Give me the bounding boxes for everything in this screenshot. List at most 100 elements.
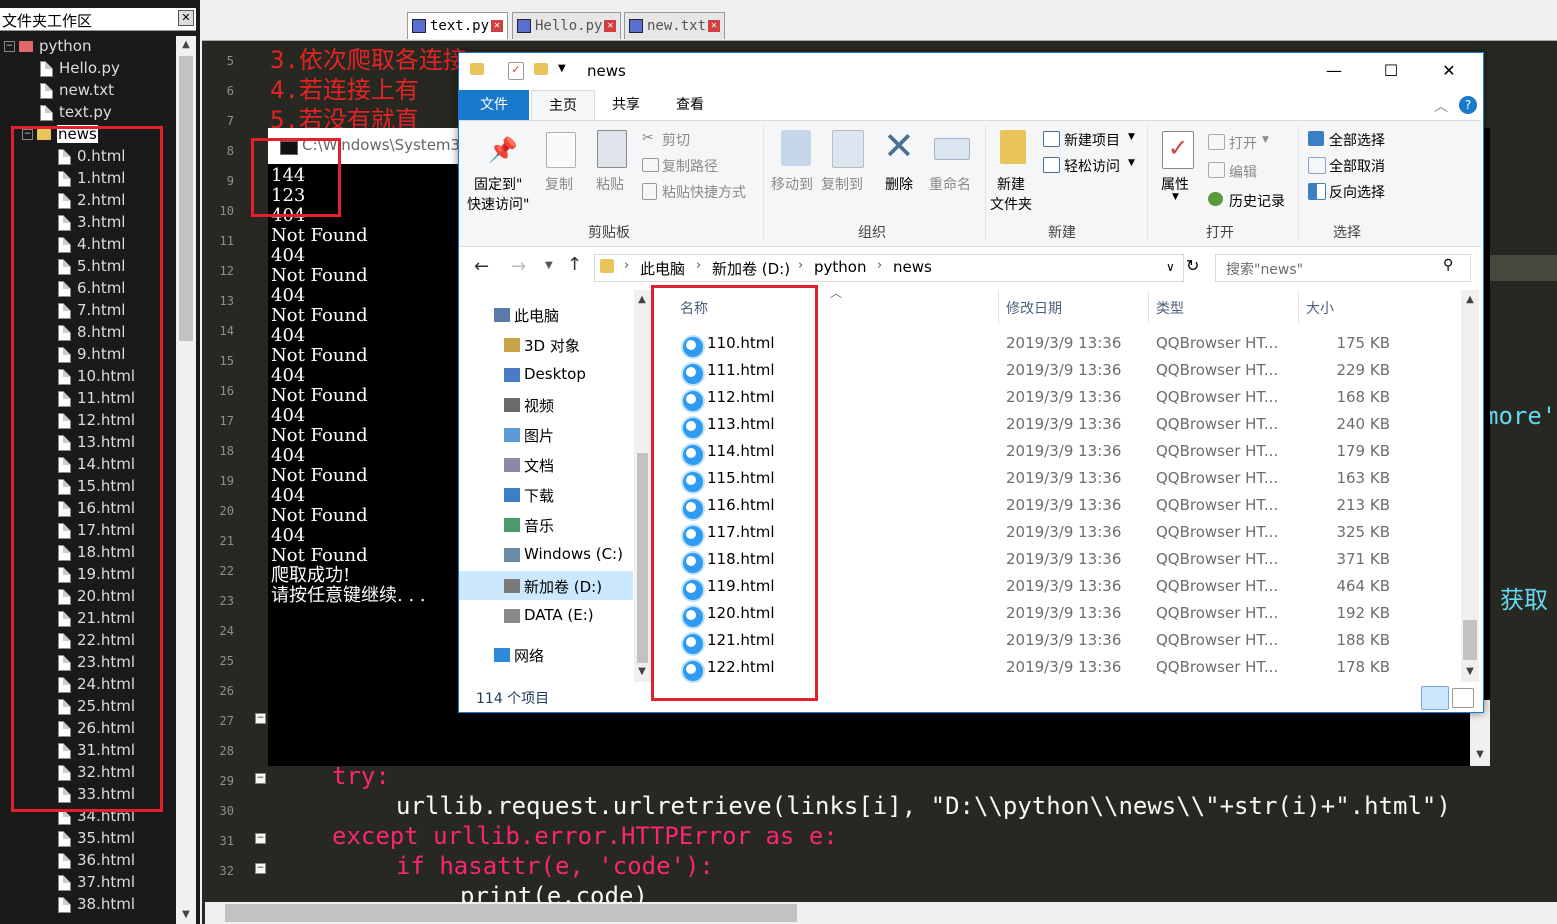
nav-item[interactable]: 此电脑	[514, 305, 559, 326]
nav-item[interactable]: 下载	[524, 485, 554, 506]
nav-item[interactable]: 音乐	[524, 515, 554, 536]
easy-access-dropdown-icon[interactable]: ▼	[1128, 158, 1135, 168]
breadcrumb-this-pc[interactable]: 此电脑	[640, 258, 685, 279]
close-button[interactable]: ✕	[1426, 56, 1472, 86]
collapse-ribbon-icon[interactable]: ︿	[1434, 96, 1448, 116]
move-to-button[interactable]: 移动到	[771, 174, 813, 194]
forward-arrow-icon[interactable]: →	[511, 256, 526, 277]
search-icon[interactable]: ⚲	[1443, 257, 1453, 273]
tree-node-file[interactable]: 36.html	[58, 849, 135, 871]
workspace-scroll-thumb[interactable]	[179, 56, 193, 341]
breadcrumb-python[interactable]: python	[814, 258, 866, 276]
copy-path-button[interactable]: 复制路径	[662, 156, 718, 176]
details-view-icon[interactable]	[1421, 686, 1449, 710]
pin-quick-access-line2[interactable]: 快速访问"	[467, 194, 529, 214]
fold-marker-icon[interactable]: −	[255, 773, 266, 784]
history-button[interactable]: 历史记录	[1229, 191, 1285, 211]
column-header-date[interactable]: 修改日期	[1006, 298, 1062, 318]
breadcrumb-chevron-icon[interactable]: ›	[696, 258, 701, 273]
properties-button[interactable]: 属性	[1161, 174, 1189, 194]
console-scroll-down-icon[interactable]: ▼	[1470, 746, 1490, 764]
breadcrumb-chevron-icon[interactable]: ›	[877, 258, 882, 273]
workspace-close-icon[interactable]: ✕	[178, 10, 194, 26]
tab-home[interactable]: 主页	[531, 90, 595, 122]
nav-item[interactable]: 新加卷 (D:)	[524, 576, 602, 597]
tab-close-icon[interactable]: ✕	[491, 20, 504, 32]
breadcrumb-chevron-icon[interactable]: ›	[624, 258, 629, 273]
column-header-size[interactable]: 大小	[1306, 298, 1334, 318]
tab-new-txt[interactable]: new.txt ✕	[624, 12, 726, 39]
recent-locations-dropdown-icon[interactable]: ▼	[545, 260, 553, 271]
tab-text-py[interactable]: text.py ✕	[407, 12, 509, 39]
nav-item[interactable]: 3D 对象	[524, 335, 580, 356]
breadcrumb-drive-d[interactable]: 新加卷 (D:)	[712, 258, 790, 279]
pin-quick-access-line1[interactable]: 固定到"	[474, 174, 522, 194]
nav-item[interactable]: DATA (E:)	[524, 606, 594, 624]
column-header-type[interactable]: 类型	[1156, 298, 1184, 318]
tab-hello-py[interactable]: Hello.py ✕	[512, 12, 622, 39]
help-icon[interactable]: ?	[1459, 96, 1477, 114]
breadcrumb-news[interactable]: news	[893, 258, 932, 276]
collapse-toggle-icon[interactable]: −	[4, 41, 15, 52]
properties-dropdown-icon[interactable]: ▼	[1172, 192, 1179, 202]
nav-item[interactable]: 文档	[524, 455, 554, 476]
select-none-button[interactable]: 全部取消	[1329, 156, 1385, 176]
list-scroll-up-icon[interactable]: ▲	[1461, 291, 1479, 309]
copy-to-button[interactable]: 复制到	[821, 174, 863, 194]
qat-dropdown-icon[interactable]: ▼	[558, 63, 566, 74]
new-folder-qat-icon[interactable]	[534, 63, 548, 75]
tab-file[interactable]: 文件	[459, 90, 529, 120]
tree-node-file[interactable]: text.py	[40, 101, 112, 123]
properties-qat-icon[interactable]: ✓	[508, 62, 524, 80]
new-item-dropdown-icon[interactable]: ▼	[1128, 132, 1135, 142]
tree-node-python[interactable]: − python	[4, 35, 91, 57]
open-button[interactable]: 打开	[1229, 133, 1257, 153]
refresh-icon[interactable]: ↻	[1186, 256, 1199, 275]
tree-node-file[interactable]: Hello.py	[40, 57, 120, 79]
tab-view[interactable]: 查看	[664, 90, 716, 121]
back-arrow-icon[interactable]: ←	[474, 256, 489, 277]
new-item-button[interactable]: 新建项目	[1064, 130, 1120, 150]
up-arrow-icon[interactable]: ↑	[567, 254, 582, 275]
tree-node-file[interactable]: 37.html	[58, 871, 135, 893]
copy-button[interactable]: 复制	[545, 174, 573, 194]
workspace-scroll-down-icon[interactable]: ▼	[176, 906, 196, 924]
tree-node-file[interactable]: new.txt	[40, 79, 114, 101]
tree-node-file[interactable]: 35.html	[58, 827, 135, 849]
tree-node-file[interactable]: 38.html	[58, 893, 135, 915]
search-input[interactable]: 搜索"news"	[1226, 259, 1303, 279]
nav-item[interactable]: Windows (C:)	[524, 545, 623, 563]
open-dropdown-icon[interactable]: ▼	[1262, 135, 1269, 145]
fold-marker-icon[interactable]: −	[255, 713, 266, 724]
cut-button[interactable]: 剪切	[662, 130, 690, 150]
workspace-scroll-up-icon[interactable]: ▲	[176, 36, 196, 54]
nav-scroll-up-icon[interactable]: ▲	[633, 291, 651, 309]
invert-selection-button[interactable]: 反向选择	[1329, 182, 1385, 202]
nav-scroll-down-icon[interactable]: ▼	[633, 663, 651, 681]
fold-marker-icon[interactable]: −	[255, 863, 266, 874]
rename-button[interactable]: 重命名	[929, 174, 971, 194]
tab-close-icon[interactable]: ✕	[708, 20, 721, 32]
list-scroll-thumb[interactable]	[1463, 620, 1477, 660]
easy-access-button[interactable]: 轻松访问	[1064, 156, 1120, 176]
minimize-button[interactable]: —	[1311, 56, 1357, 86]
large-icons-view-icon[interactable]	[1452, 688, 1474, 708]
nav-item[interactable]: 视频	[524, 395, 554, 416]
maximize-button[interactable]: ☐	[1368, 56, 1414, 86]
new-folder-button-line1[interactable]: 新建	[997, 174, 1025, 194]
nav-scroll-thumb[interactable]	[637, 453, 648, 663]
fold-marker-icon[interactable]: −	[255, 833, 266, 844]
editor-hscroll-thumb[interactable]	[225, 904, 797, 922]
delete-button[interactable]: 删除	[885, 174, 913, 194]
tab-share[interactable]: 共享	[600, 90, 652, 121]
paste-shortcut-button[interactable]: 粘贴快捷方式	[662, 182, 746, 202]
nav-item[interactable]: 图片	[524, 425, 554, 446]
nav-item[interactable]: Desktop	[524, 365, 586, 383]
tab-close-icon[interactable]: ✕	[604, 20, 617, 32]
breadcrumb-chevron-icon[interactable]: ›	[798, 258, 803, 273]
list-scroll-down-icon[interactable]: ▼	[1461, 663, 1479, 681]
edit-button[interactable]: 编辑	[1229, 162, 1257, 182]
paste-button[interactable]: 粘贴	[596, 174, 624, 194]
new-folder-button-line2[interactable]: 文件夹	[990, 194, 1032, 214]
nav-item[interactable]: 网络	[514, 645, 544, 666]
